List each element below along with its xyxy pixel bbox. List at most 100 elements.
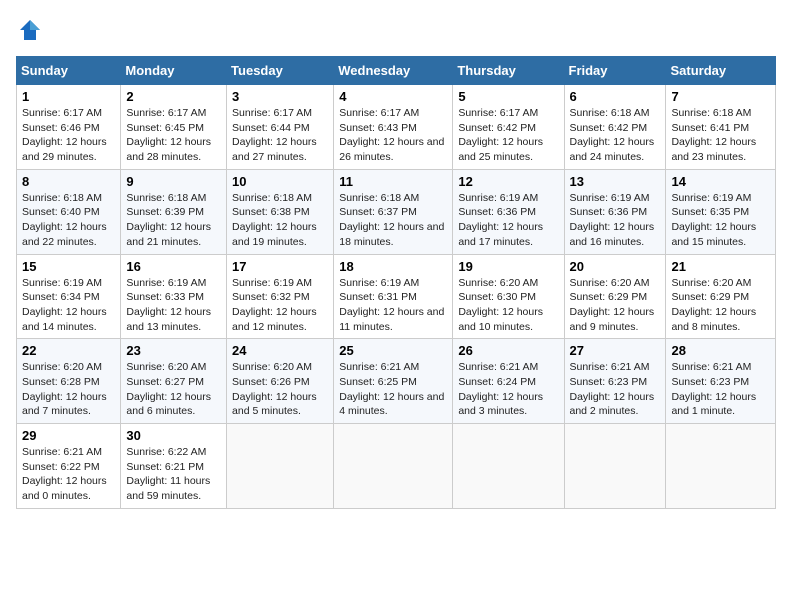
header-day: Thursday [453,57,564,85]
day-number: 2 [126,89,221,104]
day-number: 1 [22,89,115,104]
calendar-header: SundayMondayTuesdayWednesdayThursdayFrid… [17,57,776,85]
day-detail: Sunrise: 6:18 AMSunset: 6:41 PMDaylight:… [671,107,756,163]
calendar-body: 1 Sunrise: 6:17 AMSunset: 6:46 PMDaylight… [17,85,776,509]
day-number: 25 [339,343,447,358]
day-number: 15 [22,259,115,274]
day-number: 18 [339,259,447,274]
calendar-cell [334,424,453,509]
header-day: Wednesday [334,57,453,85]
day-number: 9 [126,174,221,189]
day-detail: Sunrise: 6:20 AMSunset: 6:27 PMDaylight:… [126,361,211,417]
day-number: 4 [339,89,447,104]
day-number: 19 [458,259,558,274]
day-number: 23 [126,343,221,358]
calendar-cell: 25 Sunrise: 6:21 AMSunset: 6:25 PMDayligh… [334,339,453,424]
calendar-cell: 10Sunrise: 6:18 AMSunset: 6:38 PMDayligh… [227,169,334,254]
day-number: 7 [671,89,770,104]
day-detail: Sunrise: 6:19 AMSunset: 6:35 PMDaylight:… [671,192,756,248]
calendar-cell: 27Sunrise: 6:21 AMSunset: 6:23 PMDayligh… [564,339,666,424]
calendar-cell: 2 Sunrise: 6:17 AMSunset: 6:45 PMDaylight… [121,85,227,170]
day-detail: Sunrise: 6:20 AMSunset: 6:26 PMDaylight:… [232,361,317,417]
day-detail: Sunrise: 6:21 AMSunset: 6:22 PMDaylight:… [22,446,107,502]
day-detail: Sunrise: 6:21 AMSunset: 6:25 PMDaylight:… [339,361,444,417]
day-number: 27 [570,343,661,358]
day-detail: Sunrise: 6:18 AMSunset: 6:37 PMDaylight:… [339,192,444,248]
day-detail: Sunrise: 6:19 AMSunset: 6:32 PMDaylight:… [232,277,317,333]
day-detail: Sunrise: 6:17 AMSunset: 6:45 PMDaylight:… [126,107,211,163]
calendar-cell: 6 Sunrise: 6:18 AMSunset: 6:42 PMDaylight… [564,85,666,170]
calendar-cell: 1 Sunrise: 6:17 AMSunset: 6:46 PMDaylight… [17,85,121,170]
day-detail: Sunrise: 6:21 AMSunset: 6:24 PMDaylight:… [458,361,543,417]
calendar-cell: 30Sunrise: 6:22 AMSunset: 6:21 PMDayligh… [121,424,227,509]
day-number: 30 [126,428,221,443]
calendar-cell: 19 Sunrise: 6:20 AMSunset: 6:30 PMDayligh… [453,254,564,339]
day-number: 22 [22,343,115,358]
day-number: 17 [232,259,328,274]
day-number: 12 [458,174,558,189]
day-detail: Sunrise: 6:20 AMSunset: 6:30 PMDaylight:… [458,277,543,333]
calendar-cell: 21Sunrise: 6:20 AMSunset: 6:29 PMDayligh… [666,254,776,339]
day-detail: Sunrise: 6:20 AMSunset: 6:28 PMDaylight:… [22,361,107,417]
calendar-cell: 17 Sunrise: 6:19 AMSunset: 6:32 PMDayligh… [227,254,334,339]
calendar-cell: 16Sunrise: 6:19 AMSunset: 6:33 PMDayligh… [121,254,227,339]
day-number: 8 [22,174,115,189]
day-number: 10 [232,174,328,189]
calendar-cell: 14 Sunrise: 6:19 AMSunset: 6:35 PMDayligh… [666,169,776,254]
calendar-cell: 5 Sunrise: 6:17 AMSunset: 6:42 PMDaylight… [453,85,564,170]
calendar-cell: 8 Sunrise: 6:18 AMSunset: 6:40 PMDaylight… [17,169,121,254]
calendar-row: 22 Sunrise: 6:20 AMSunset: 6:28 PMDayligh… [17,339,776,424]
day-number: 20 [570,259,661,274]
day-detail: Sunrise: 6:20 AMSunset: 6:29 PMDaylight:… [570,277,655,333]
day-detail: Sunrise: 6:18 AMSunset: 6:42 PMDaylight:… [570,107,655,163]
calendar-cell [666,424,776,509]
header-day: Sunday [17,57,121,85]
day-detail: Sunrise: 6:18 AMSunset: 6:39 PMDaylight:… [126,192,211,248]
calendar-cell: 4 Sunrise: 6:17 AMSunset: 6:43 PMDaylight… [334,85,453,170]
logo [16,16,48,44]
header-day: Saturday [666,57,776,85]
day-number: 28 [671,343,770,358]
day-number: 24 [232,343,328,358]
calendar-cell: 11Sunrise: 6:18 AMSunset: 6:37 PMDayligh… [334,169,453,254]
day-detail: Sunrise: 6:21 AMSunset: 6:23 PMDaylight:… [671,361,756,417]
day-number: 26 [458,343,558,358]
calendar-row: 29 Sunrise: 6:21 AMSunset: 6:22 PMDayligh… [17,424,776,509]
day-detail: Sunrise: 6:19 AMSunset: 6:31 PMDaylight:… [339,277,444,333]
day-number: 16 [126,259,221,274]
calendar-cell: 15 Sunrise: 6:19 AMSunset: 6:34 PMDayligh… [17,254,121,339]
calendar-cell: 28 Sunrise: 6:21 AMSunset: 6:23 PMDayligh… [666,339,776,424]
calendar-cell [564,424,666,509]
day-detail: Sunrise: 6:17 AMSunset: 6:44 PMDaylight:… [232,107,317,163]
calendar-cell: 12 Sunrise: 6:19 AMSunset: 6:36 PMDayligh… [453,169,564,254]
calendar-table: SundayMondayTuesdayWednesdayThursdayFrid… [16,56,776,509]
calendar-cell: 29 Sunrise: 6:21 AMSunset: 6:22 PMDayligh… [17,424,121,509]
calendar-cell: 13 Sunrise: 6:19 AMSunset: 6:36 PMDayligh… [564,169,666,254]
calendar-cell [227,424,334,509]
day-number: 3 [232,89,328,104]
day-number: 21 [671,259,770,274]
calendar-cell: 9 Sunrise: 6:18 AMSunset: 6:39 PMDaylight… [121,169,227,254]
day-number: 13 [570,174,661,189]
day-detail: Sunrise: 6:18 AMSunset: 6:40 PMDaylight:… [22,192,107,248]
day-number: 29 [22,428,115,443]
day-detail: Sunrise: 6:19 AMSunset: 6:36 PMDaylight:… [570,192,655,248]
calendar-cell: 7 Sunrise: 6:18 AMSunset: 6:41 PMDaylight… [666,85,776,170]
day-detail: Sunrise: 6:17 AMSunset: 6:46 PMDaylight:… [22,107,107,163]
calendar-cell [453,424,564,509]
calendar-row: 8 Sunrise: 6:18 AMSunset: 6:40 PMDaylight… [17,169,776,254]
day-number: 5 [458,89,558,104]
day-number: 6 [570,89,661,104]
header-row: SundayMondayTuesdayWednesdayThursdayFrid… [17,57,776,85]
day-detail: Sunrise: 6:17 AMSunset: 6:43 PMDaylight:… [339,107,444,163]
day-detail: Sunrise: 6:19 AMSunset: 6:34 PMDaylight:… [22,277,107,333]
calendar-cell: 22 Sunrise: 6:20 AMSunset: 6:28 PMDayligh… [17,339,121,424]
day-detail: Sunrise: 6:19 AMSunset: 6:36 PMDaylight:… [458,192,543,248]
day-number: 14 [671,174,770,189]
calendar-row: 1 Sunrise: 6:17 AMSunset: 6:46 PMDaylight… [17,85,776,170]
page-header [16,16,776,44]
calendar-cell: 3 Sunrise: 6:17 AMSunset: 6:44 PMDaylight… [227,85,334,170]
day-detail: Sunrise: 6:17 AMSunset: 6:42 PMDaylight:… [458,107,543,163]
calendar-cell: 26 Sunrise: 6:21 AMSunset: 6:24 PMDayligh… [453,339,564,424]
header-day: Friday [564,57,666,85]
